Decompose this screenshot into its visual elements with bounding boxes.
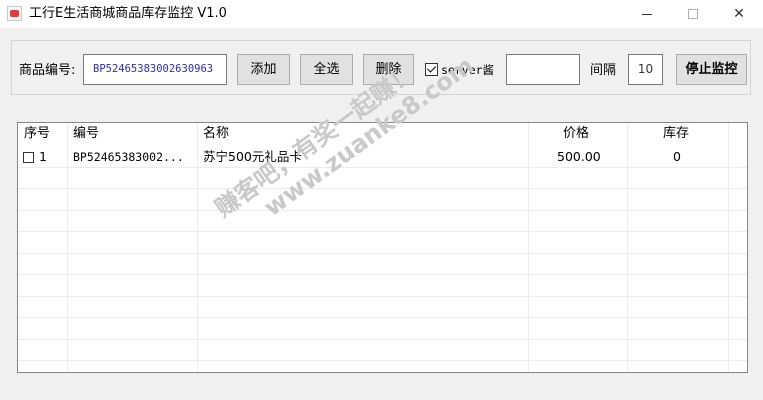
select-all-button[interactable]: 全选 <box>300 54 353 85</box>
column-header-index[interactable]: 序号 <box>24 123 50 145</box>
column-header-price[interactable]: 价格 <box>563 123 589 145</box>
column-header-code[interactable]: 编号 <box>73 123 99 145</box>
delete-button[interactable]: 删除 <box>363 54 414 85</box>
row-price: 500.00 <box>557 149 601 164</box>
add-button[interactable]: 添加 <box>237 54 290 85</box>
maximize-button[interactable] <box>670 0 716 28</box>
close-icon: ✕ <box>733 6 745 22</box>
product-list[interactable]: 序号 编号 名称 价格 库存 1 BP52465383002... 苏宁500元… <box>17 122 748 373</box>
minimize-button[interactable] <box>624 0 670 28</box>
interval-label: 间隔 <box>590 63 617 78</box>
row-code: BP52465383002... <box>73 150 184 164</box>
product-code-label: 商品编号: <box>19 63 76 78</box>
row-checkbox[interactable] <box>23 152 34 163</box>
app-icon <box>7 6 22 21</box>
window-title: 工行E生活商城商品库存监控 V1.0 <box>29 6 227 21</box>
row-name: 苏宁500元礼品卡 <box>203 149 302 164</box>
close-button[interactable]: ✕ <box>716 0 762 28</box>
stop-monitor-button[interactable]: 停止监控 <box>676 54 747 85</box>
title-bar: 工行E生活商城商品库存监控 V1.0 ✕ <box>0 0 763 28</box>
product-code-input[interactable]: BP52465383002630963 <box>83 54 227 85</box>
server-key-input[interactable] <box>506 54 580 85</box>
row-index: 1 <box>39 149 47 164</box>
server-checkbox[interactable] <box>425 63 438 76</box>
interval-input[interactable]: 10 <box>628 54 663 85</box>
column-header-stock[interactable]: 库存 <box>663 123 689 145</box>
server-label: server酱 <box>441 63 495 77</box>
minimize-icon <box>642 13 652 15</box>
row-stock: 0 <box>673 149 681 164</box>
column-header-name[interactable]: 名称 <box>203 123 229 145</box>
maximize-icon <box>688 9 698 19</box>
